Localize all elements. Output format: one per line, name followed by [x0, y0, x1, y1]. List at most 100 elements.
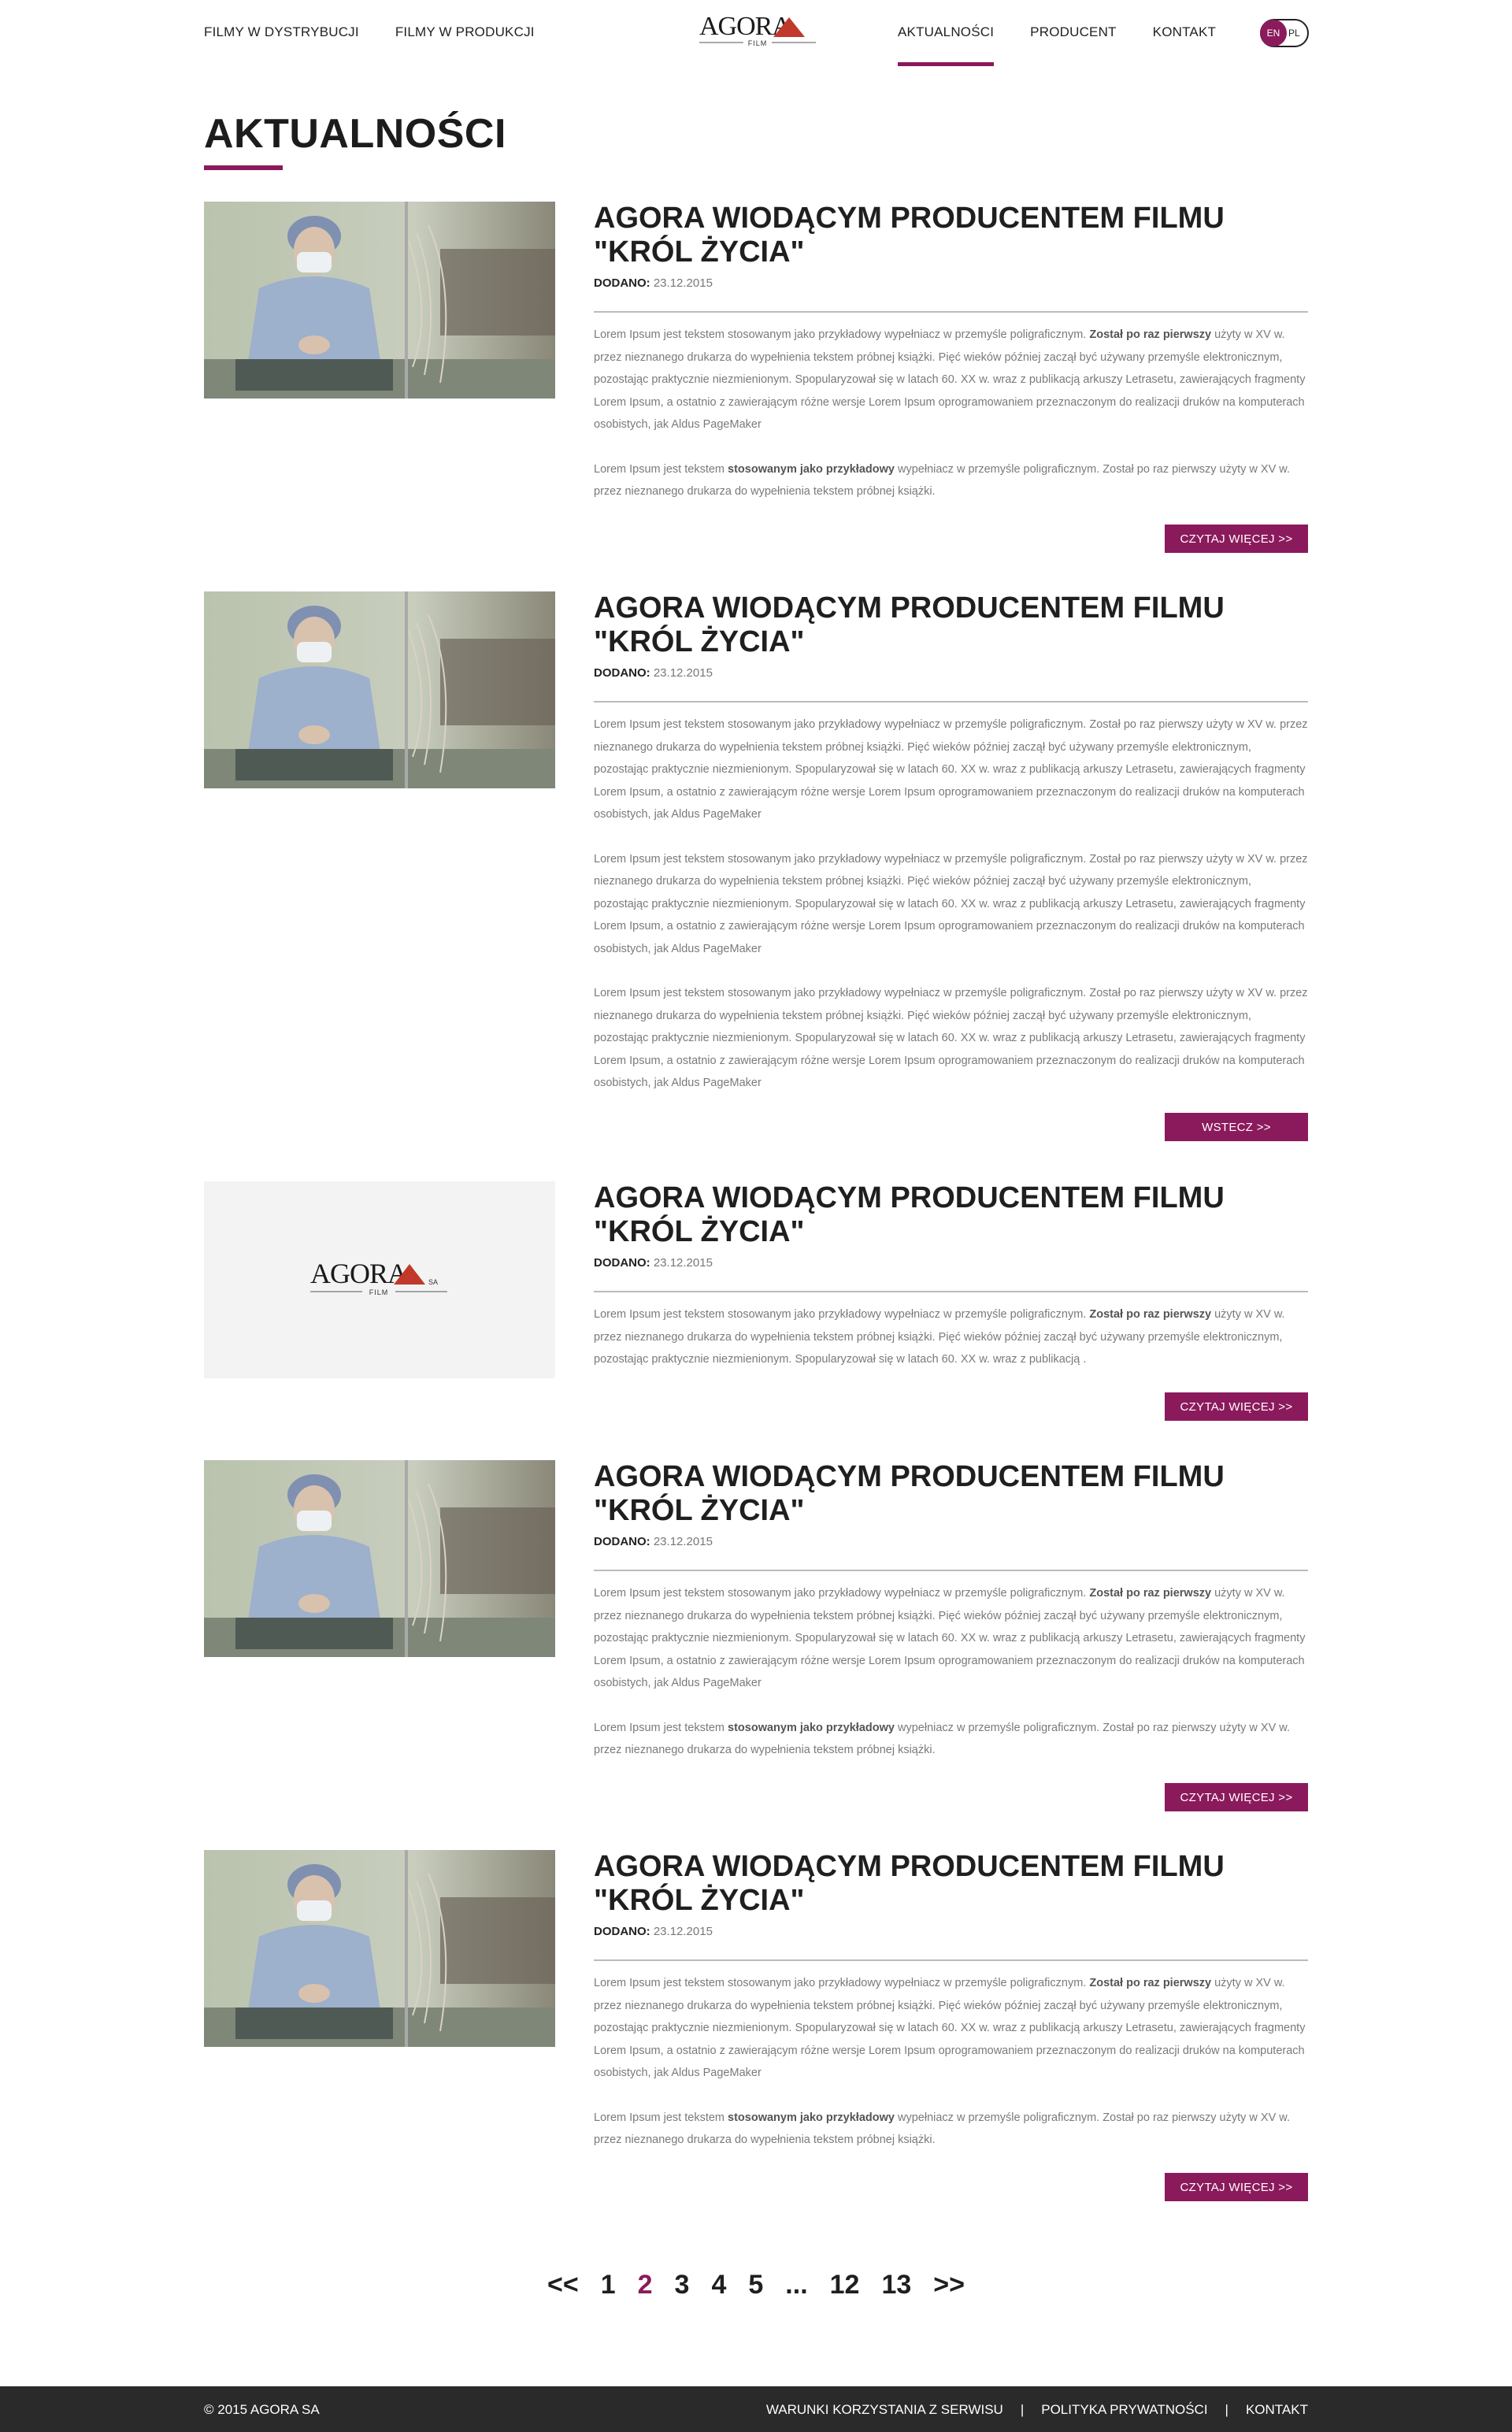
article-body: Lorem Ipsum jest tekstem stosowanym jako…	[594, 1303, 1308, 1371]
article-thumbnail[interactable]	[204, 591, 555, 788]
article-meta: DODANO: 23.12.2015	[594, 1535, 1308, 1548]
article-photo	[204, 591, 555, 788]
article-thumbnail[interactable]	[204, 1460, 555, 1657]
news-article: AGORA WIODĄCYM PRODUCENTEM FILMU "KRÓL Ż…	[204, 202, 1308, 553]
nav-right: AKTUALNOŚCI PRODUCENT KONTAKT	[898, 24, 1216, 66]
article-photo	[204, 1850, 555, 2047]
article-divider	[594, 1959, 1308, 1961]
article-content: AGORA WIODĄCYM PRODUCENTEM FILMU "KRÓL Ż…	[594, 1850, 1308, 2152]
article-paragraph: Lorem Ipsum jest tekstem stosowanym jako…	[594, 1308, 1285, 1366]
article-paragraph: Lorem Ipsum jest tekstem stosowanym jako…	[594, 462, 1290, 499]
article-meta-label: DODANO:	[594, 1535, 650, 1548]
article-meta-label: DODANO:	[594, 1256, 650, 1270]
article-title-line: AGORA WIODĄCYM PRODUCENTEM FILMU	[594, 1850, 1225, 1883]
lang-en[interactable]: EN	[1260, 20, 1287, 46]
site-header: FILMY W DYSTRYBUCJI FILMY W PRODUKCJI AG…	[0, 0, 1512, 68]
article-title-line: "KRÓL ŻYCIA"	[594, 1494, 805, 1527]
article-divider	[594, 311, 1308, 313]
nav-aktualnosci[interactable]: AKTUALNOŚCI	[898, 24, 995, 66]
pagination-ellipsis: ...	[785, 2270, 808, 2300]
article-body: Lorem Ipsum jest tekstem stosowanym jako…	[594, 1582, 1308, 1762]
article-divider	[594, 701, 1308, 703]
copyright: © 2015 AGORA SA	[204, 2402, 320, 2417]
article-meta-label: DODANO:	[594, 666, 650, 680]
article-meta: DODANO: 23.12.2015	[594, 276, 1308, 290]
article-meta: DODANO: 23.12.2015	[594, 1925, 1308, 1938]
article-title-line: "KRÓL ŻYCIA"	[594, 1884, 805, 1917]
pagination-page[interactable]: 5	[748, 2270, 763, 2300]
article-logo: AGORA SA FILM	[310, 1258, 447, 1296]
read-more-button[interactable]: CZYTAJ WIĘCEJ >>	[1165, 2173, 1308, 2201]
pagination-page[interactable]: 12	[830, 2270, 860, 2300]
pagination-page[interactable]: 4	[711, 2270, 726, 2300]
footer-separator: |	[1020, 2402, 1025, 2417]
news-article: AGORA SA FILM AGORA WIODĄCYM PRODUCENTEM…	[204, 1181, 1308, 1421]
article-thumbnail[interactable]	[204, 1850, 555, 2047]
read-more-button[interactable]: CZYTAJ WIĘCEJ >>	[1165, 1783, 1308, 1811]
article-date: 23.12.2015	[653, 1925, 713, 1938]
pagination: << 1 2 3 4 5... 12 13 >>	[0, 2270, 1512, 2300]
article-paragraph: Lorem Ipsum jest tekstem stosowanym jako…	[594, 2111, 1290, 2147]
svg-text:FILM: FILM	[369, 1288, 389, 1296]
title-underline	[204, 165, 283, 170]
article-title[interactable]: AGORA WIODĄCYM PRODUCENTEM FILMU "KRÓL Ż…	[594, 591, 1308, 659]
article-title-line: AGORA WIODĄCYM PRODUCENTEM FILMU	[594, 1460, 1225, 1493]
footer-links: WARUNKI KORZYSTANIA Z SERWISU | POLITYKA…	[766, 2402, 1308, 2418]
svg-text:SA: SA	[428, 1278, 438, 1286]
article-title[interactable]: AGORA WIODĄCYM PRODUCENTEM FILMU "KRÓL Ż…	[594, 1181, 1308, 1249]
article-divider	[594, 1570, 1308, 1571]
logo-sub: FILM	[748, 39, 768, 47]
footer-link-terms[interactable]: WARUNKI KORZYSTANIA Z SERWISU	[766, 2402, 1003, 2418]
article-date: 23.12.2015	[653, 1256, 713, 1270]
article-paragraph: Lorem Ipsum jest tekstem stosowanym jako…	[594, 987, 1308, 1089]
nav-kontakt[interactable]: KONTAKT	[1153, 24, 1216, 40]
pagination-page[interactable]: 3	[675, 2270, 690, 2300]
nav-filmy-w-produkcji[interactable]: FILMY W PRODUKCJI	[395, 24, 535, 40]
article-thumbnail[interactable]: AGORA SA FILM	[204, 1181, 555, 1378]
language-switch[interactable]: EN PL	[1260, 19, 1309, 47]
nav-filmy-w-dystrybucji[interactable]: FILMY W DYSTRYBUCJI	[204, 24, 359, 40]
footer-separator: |	[1225, 2402, 1228, 2417]
back-button[interactable]: WSTECZ >>	[1165, 1113, 1308, 1141]
pagination-page[interactable]: 13	[881, 2270, 911, 2300]
svg-text:AGORA: AGORA	[310, 1258, 408, 1289]
article-divider	[594, 1291, 1308, 1292]
article-title-line: AGORA WIODĄCYM PRODUCENTEM FILMU	[594, 202, 1225, 235]
page-title: AKTUALNOŚCI	[204, 111, 506, 157]
footer-link-contact[interactable]: KONTAKT	[1246, 2402, 1308, 2418]
article-meta-label: DODANO:	[594, 1925, 650, 1938]
article-meta: DODANO: 23.12.2015	[594, 666, 1308, 680]
read-more-button[interactable]: CZYTAJ WIĘCEJ >>	[1165, 1392, 1308, 1421]
pagination-page[interactable]: 1	[601, 2270, 616, 2300]
pagination-prev[interactable]: <<	[547, 2270, 579, 2300]
article-content: AGORA WIODĄCYM PRODUCENTEM FILMU "KRÓL Ż…	[594, 1181, 1308, 1371]
article-paragraph: Lorem Ipsum jest tekstem stosowanym jako…	[594, 852, 1308, 955]
news-article: AGORA WIODĄCYM PRODUCENTEM FILMU "KRÓL Ż…	[204, 1850, 1308, 2201]
article-date: 23.12.2015	[653, 1535, 713, 1548]
article-content: AGORA WIODĄCYM PRODUCENTEM FILMU "KRÓL Ż…	[594, 202, 1308, 503]
footer-link-privacy[interactable]: POLITYKA PRYWATNOŚCI	[1041, 2402, 1207, 2418]
nav-producent[interactable]: PRODUCENT	[1030, 24, 1116, 40]
nav-left: FILMY W DYSTRYBUCJI FILMY W PRODUKCJI	[204, 24, 535, 40]
read-more-button[interactable]: CZYTAJ WIĘCEJ >>	[1165, 525, 1308, 553]
article-meta-label: DODANO:	[594, 276, 650, 290]
agora-logo[interactable]: AGORA FILM	[696, 11, 819, 52]
article-paragraph: Lorem Ipsum jest tekstem stosowanym jako…	[594, 718, 1308, 821]
article-title-line: AGORA WIODĄCYM PRODUCENTEM FILMU	[594, 591, 1225, 625]
article-title[interactable]: AGORA WIODĄCYM PRODUCENTEM FILMU "KRÓL Ż…	[594, 1850, 1308, 1918]
article-photo	[204, 1460, 555, 1657]
pagination-next[interactable]: >>	[933, 2270, 965, 2300]
lang-pl[interactable]: PL	[1288, 28, 1300, 39]
article-content: AGORA WIODĄCYM PRODUCENTEM FILMU "KRÓL Ż…	[594, 591, 1308, 1095]
article-title-line: "KRÓL ŻYCIA"	[594, 235, 805, 269]
article-body: Lorem Ipsum jest tekstem stosowanym jako…	[594, 714, 1308, 1095]
article-content: AGORA WIODĄCYM PRODUCENTEM FILMU "KRÓL Ż…	[594, 1460, 1308, 1762]
article-title[interactable]: AGORA WIODĄCYM PRODUCENTEM FILMU "KRÓL Ż…	[594, 202, 1308, 269]
site-footer: © 2015 AGORA SA WARUNKI KORZYSTANIA Z SE…	[0, 2386, 1512, 2432]
pagination-page[interactable]: 2	[638, 2270, 653, 2300]
article-title-line: "KRÓL ŻYCIA"	[594, 625, 805, 658]
article-thumbnail[interactable]	[204, 202, 555, 399]
article-date: 23.12.2015	[653, 276, 713, 290]
article-title[interactable]: AGORA WIODĄCYM PRODUCENTEM FILMU "KRÓL Ż…	[594, 1460, 1308, 1528]
article-title-line: AGORA WIODĄCYM PRODUCENTEM FILMU	[594, 1181, 1225, 1214]
